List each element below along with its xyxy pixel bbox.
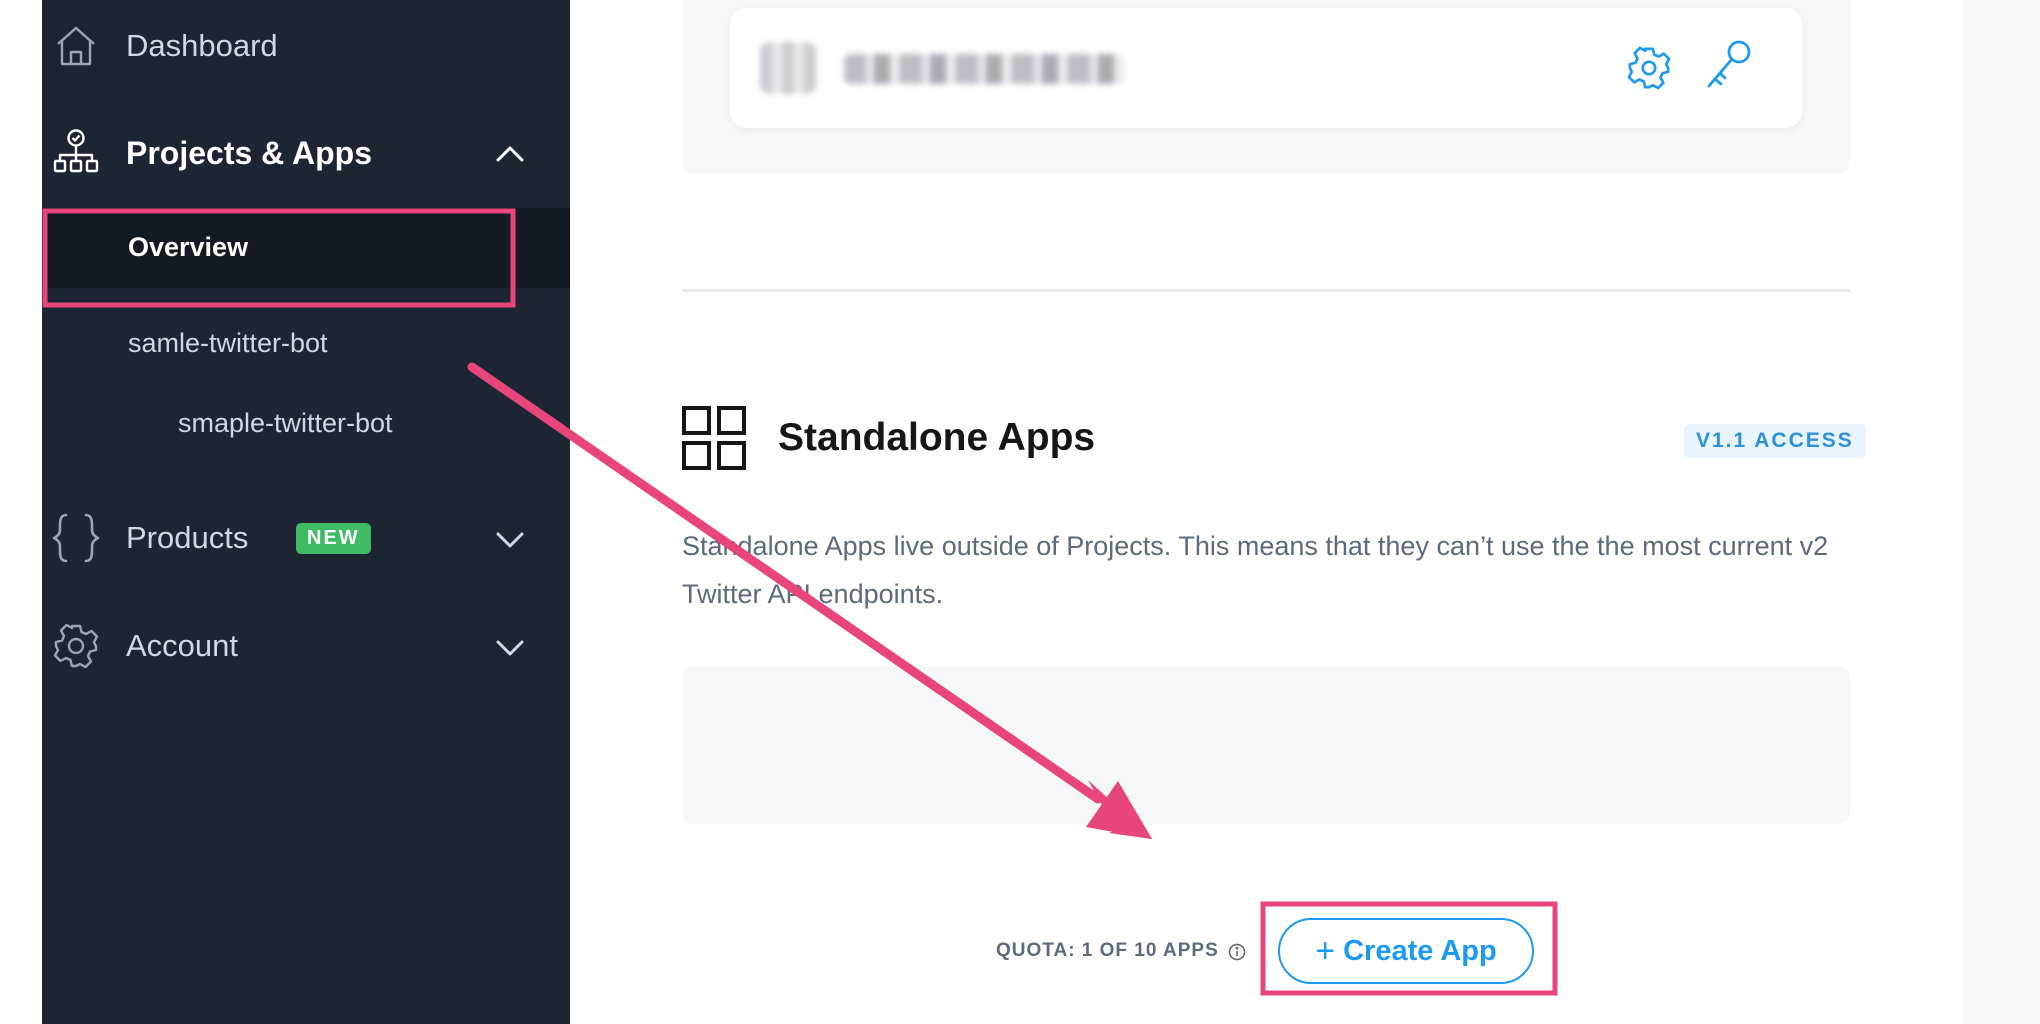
new-badge: NEW xyxy=(296,523,371,554)
right-gutter xyxy=(1962,0,2040,1024)
gear-icon xyxy=(52,622,100,670)
create-app-button[interactable]: + Create App xyxy=(1278,918,1534,984)
sidebar-item-label: Projects & Apps xyxy=(126,135,372,171)
chevron-up-icon[interactable] xyxy=(490,134,530,174)
quota-label: QUOTA: 1 OF 10 APPS xyxy=(996,940,1219,961)
sidebar-item-dashboard[interactable]: Dashboard xyxy=(42,18,570,74)
home-icon xyxy=(52,22,100,70)
create-app-label: Create App xyxy=(1343,934,1497,967)
sidebar-item-label: Account xyxy=(126,628,239,663)
sidebar-item-label: smaple-twitter-bot xyxy=(178,408,393,438)
curly-braces-icon xyxy=(52,513,100,563)
section-divider xyxy=(682,289,1850,292)
sidebar-item-label: Dashboard xyxy=(126,28,278,63)
sidebar: Dashboard Projects & Apps Overview samle… xyxy=(42,0,570,1024)
sidebar-item-label: Overview xyxy=(128,232,249,262)
section-description: Standalone Apps live outside of Projects… xyxy=(682,531,1829,609)
plus-icon: + xyxy=(1315,932,1336,970)
app-card[interactable] xyxy=(730,8,1802,128)
sidebar-item-account[interactable]: Account xyxy=(42,618,570,674)
left-gutter xyxy=(0,0,42,1024)
app-name-redacted xyxy=(844,54,1124,84)
sidebar-item-projects-apps[interactable]: Projects & Apps xyxy=(42,122,570,186)
org-chart-icon xyxy=(52,128,100,176)
sidebar-item-label: Products xyxy=(126,520,249,555)
access-badge: V1.1 ACCESS xyxy=(1684,424,1866,458)
sidebar-item-app[interactable]: smaple-twitter-bot xyxy=(42,402,570,446)
grid-apps-icon xyxy=(682,406,746,470)
info-icon[interactable] xyxy=(1228,943,1246,961)
app-avatar xyxy=(760,42,816,94)
sidebar-item-overview[interactable]: Overview xyxy=(42,212,570,284)
standalone-apps-list xyxy=(682,666,1850,824)
key-icon[interactable] xyxy=(1704,40,1754,90)
section-title: Standalone Apps xyxy=(778,416,1096,459)
sidebar-item-label: samle-twitter-bot xyxy=(128,328,328,358)
gear-icon[interactable] xyxy=(1624,43,1674,93)
chevron-down-icon[interactable] xyxy=(490,628,530,668)
chevron-down-icon[interactable] xyxy=(490,520,530,560)
sidebar-item-project[interactable]: samle-twitter-bot xyxy=(42,322,570,366)
